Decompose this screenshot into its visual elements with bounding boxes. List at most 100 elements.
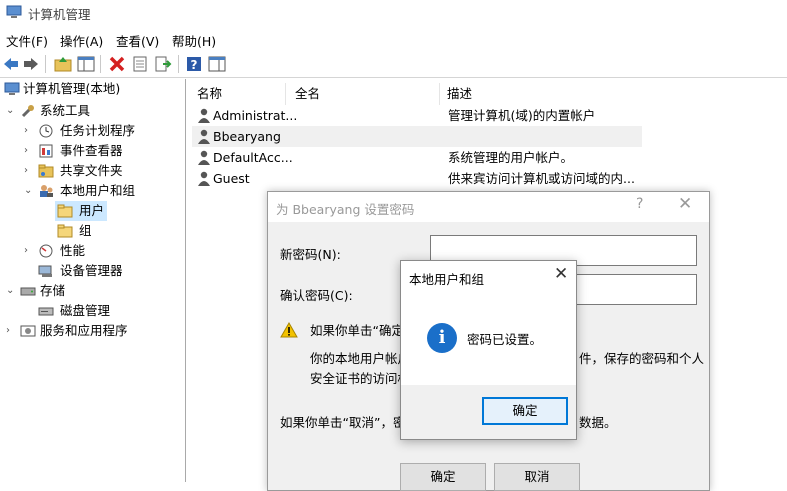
table-row[interactable]: Guest 供来宾访问计算机或访问域的内... xyxy=(192,168,642,189)
computer-management-icon xyxy=(4,82,20,95)
users-icon xyxy=(40,185,53,197)
tree-item-label: 共享文件夹 xyxy=(60,163,123,178)
close-button[interactable]: ✕ xyxy=(554,264,568,284)
storage-icon xyxy=(20,287,36,296)
device-manager-icon xyxy=(38,265,52,277)
title-bar: 计算机管理 xyxy=(0,0,787,26)
tree-item-label: 磁盘管理 xyxy=(60,303,111,318)
shared-folder-icon xyxy=(38,164,54,178)
view-icon[interactable] xyxy=(208,55,226,73)
user-icon xyxy=(198,129,210,144)
up-folder-icon[interactable] xyxy=(54,55,72,73)
table-row[interactable]: Administrat... 管理计算机(域)的内置帐户 xyxy=(192,105,642,126)
chevron-right-icon[interactable]: › xyxy=(24,161,36,181)
warning-icon xyxy=(280,322,298,338)
back-icon[interactable] xyxy=(2,55,20,73)
export-icon[interactable] xyxy=(154,55,172,73)
row-name: Guest xyxy=(213,171,250,186)
message-box-title: 本地用户和组 xyxy=(409,272,485,287)
cancel-note-text: 如果你单击“取消”，密 xyxy=(280,415,406,430)
toolbar: ? xyxy=(0,50,787,78)
tree-item-label: 本地用户和组 xyxy=(60,183,136,198)
show-hide-tree-icon[interactable] xyxy=(77,55,95,73)
tree-item-label: 设备管理器 xyxy=(60,263,123,278)
forward-icon[interactable] xyxy=(22,55,40,73)
tree-item-event-viewer[interactable]: › 事件查看器 xyxy=(0,141,185,161)
row-name: DefaultAcc... xyxy=(213,150,293,165)
column-separator[interactable] xyxy=(285,83,286,105)
toolbar-separator xyxy=(178,55,179,73)
row-description: 供来宾访问计算机或访问域的内... xyxy=(448,171,635,186)
chevron-down-icon[interactable]: ⌄ xyxy=(6,101,18,121)
chevron-right-icon[interactable]: › xyxy=(6,321,18,341)
toolbar-separator xyxy=(45,55,46,73)
tree-item-groups[interactable]: 组 xyxy=(55,221,107,241)
tree-item-label: 组 xyxy=(79,223,92,238)
toolbar-separator xyxy=(100,55,101,73)
chevron-right-icon[interactable]: › xyxy=(24,121,36,141)
menu-file[interactable]: 文件(F) xyxy=(6,31,48,50)
table-row[interactable]: DefaultAcc... 系统管理的用户帐户。 xyxy=(192,147,642,168)
row-description: 管理计算机(域)的内置帐户 xyxy=(448,108,596,123)
tree-item-storage[interactable]: ⌄ 存储 xyxy=(0,281,185,301)
menu-bar: 文件(F) 操作(A) 查看(V) 帮助(H) xyxy=(0,26,787,50)
tree-item-label: 事件查看器 xyxy=(60,143,123,158)
user-icon xyxy=(198,150,210,165)
window-title: 计算机管理 xyxy=(28,7,91,22)
tree-item-services-apps[interactable]: › 服务和应用程序 xyxy=(0,321,185,341)
tools-icon xyxy=(21,105,34,118)
folder-icon xyxy=(57,204,73,218)
menu-help[interactable]: 帮助(H) xyxy=(172,31,216,50)
tree-item-label: 服务和应用程序 xyxy=(40,323,128,338)
warning-text-line2: 你的本地用户帐户 xyxy=(310,351,411,366)
tree-item-label: 任务计划程序 xyxy=(60,123,136,138)
close-button[interactable]: ✕ xyxy=(678,194,692,214)
tree-item-device-manager[interactable]: 设备管理器 xyxy=(0,261,185,281)
message-box: 本地用户和组 ✕ i 密码已设置。 确定 xyxy=(400,260,577,440)
tree-item-computer-management[interactable]: 计算机管理(本地) xyxy=(0,79,185,99)
column-header-fullname[interactable]: 全名 xyxy=(295,83,320,105)
column-header-description[interactable]: 描述 xyxy=(447,83,472,105)
chevron-down-icon[interactable]: ⌄ xyxy=(24,181,36,201)
clock-icon xyxy=(39,124,53,138)
dialog-title: 为 Bbearyang 设置密码 xyxy=(276,202,415,217)
message-text: 密码已设置。 xyxy=(467,332,543,347)
new-password-label: 新密码(N): xyxy=(280,247,341,262)
tree-item-label: 性能 xyxy=(60,243,86,258)
table-row[interactable]: Bbearyang xyxy=(192,126,642,147)
tree-item-label: 存储 xyxy=(40,283,66,298)
chevron-down-icon[interactable]: ⌄ xyxy=(6,281,18,301)
tree-item-task-scheduler[interactable]: › 任务计划程序 xyxy=(0,121,185,141)
ok-button[interactable]: 确定 xyxy=(482,397,568,425)
column-header-name[interactable]: 名称 xyxy=(197,83,222,105)
chevron-right-icon[interactable]: › xyxy=(24,241,36,261)
chevron-right-icon[interactable]: › xyxy=(24,141,36,161)
confirm-password-label: 确认密码(C): xyxy=(280,288,353,303)
cancel-button[interactable]: 取消 xyxy=(494,463,580,491)
properties-icon[interactable] xyxy=(131,55,149,73)
tree-item-performance[interactable]: › 性能 xyxy=(0,241,185,261)
folder-icon xyxy=(57,224,73,238)
row-name: Bbearyang xyxy=(213,129,281,144)
ok-button[interactable]: 确定 xyxy=(400,463,486,491)
menu-view[interactable]: 查看(V) xyxy=(116,31,159,50)
column-separator[interactable] xyxy=(439,83,440,105)
tree-item-local-users-groups[interactable]: ⌄ 本地用户和组 xyxy=(0,181,185,201)
user-icon xyxy=(198,171,210,186)
warning-text-line2-cont: 件，保存的密码和个人 xyxy=(579,351,705,366)
tree-item-label: 计算机管理(本地) xyxy=(23,81,121,96)
help-icon[interactable]: ? xyxy=(185,55,203,73)
warning-text-line1: 如果你单击“确定 xyxy=(310,323,404,338)
tree-item-label: 系统工具 xyxy=(40,103,91,118)
help-button[interactable]: ? xyxy=(636,196,643,212)
tree-item-users[interactable]: 用户 xyxy=(55,201,107,221)
tree-item-shared-folders[interactable]: › 共享文件夹 xyxy=(0,161,185,181)
tree-item-disk-management[interactable]: 磁盘管理 xyxy=(0,301,185,321)
computer-management-icon xyxy=(6,5,22,18)
performance-icon xyxy=(39,244,53,258)
tree-item-system-tools[interactable]: ⌄ 系统工具 xyxy=(0,101,185,121)
menu-action[interactable]: 操作(A) xyxy=(60,31,103,50)
cancel-note-text-cont: 数据。 xyxy=(579,415,617,430)
delete-icon[interactable] xyxy=(108,55,126,73)
console-tree: 计算机管理(本地) ⌄ 系统工具 › 任务计划程序 › 事件查看器 › 共享文件… xyxy=(0,79,186,482)
